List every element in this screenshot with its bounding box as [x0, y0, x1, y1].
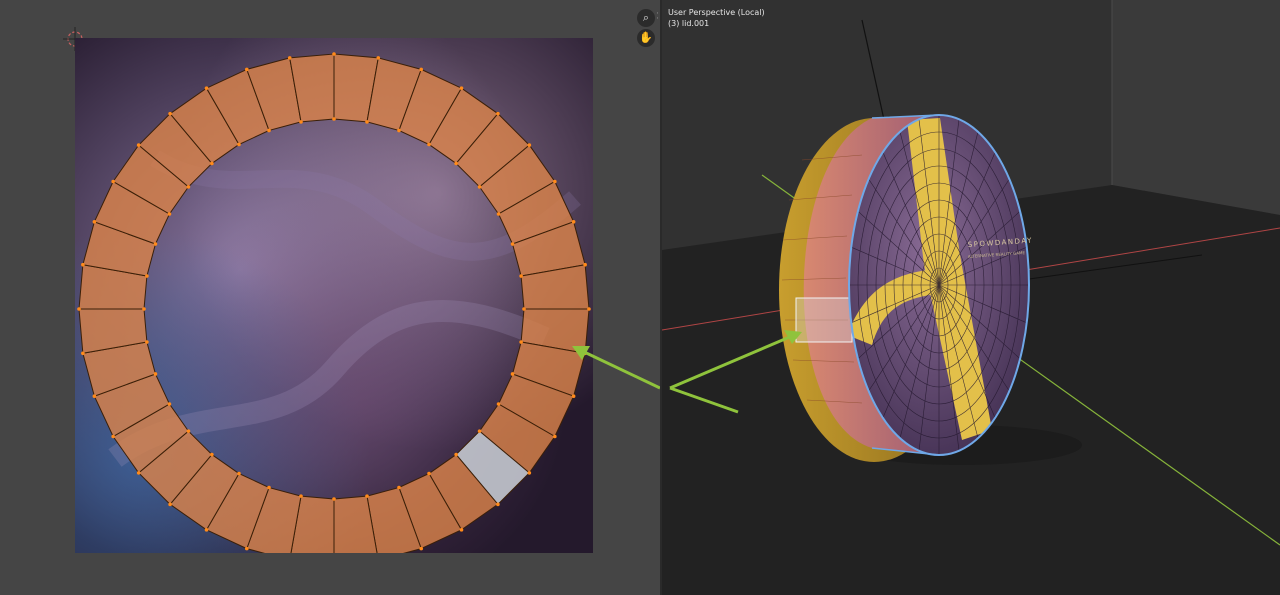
selected-side-face[interactable]: [795, 297, 853, 343]
uv-vertex[interactable]: [365, 120, 369, 124]
uv-editor-panel[interactable]: [0, 0, 660, 595]
back-wall-right: [1112, 0, 1280, 215]
annotation-arrow-left: [572, 346, 660, 390]
uv-vertex[interactable]: [332, 52, 336, 56]
uv-vertex[interactable]: [267, 485, 271, 490]
uv-vertex[interactable]: [553, 434, 557, 439]
uv-vertex[interactable]: [510, 372, 515, 376]
uv-vertex[interactable]: [168, 111, 172, 116]
uv-vertex[interactable]: [168, 502, 172, 507]
uv-vertex[interactable]: [459, 86, 464, 90]
uv-vertex[interactable]: [186, 185, 191, 189]
uv-vertex[interactable]: [553, 179, 557, 184]
uv-vertex[interactable]: [376, 56, 381, 60]
uv-vertex[interactable]: [186, 429, 191, 433]
uv-vertex[interactable]: [397, 485, 401, 490]
uv-vertex[interactable]: [136, 143, 141, 147]
uv-vertex[interactable]: [299, 494, 303, 498]
uv-vertex[interactable]: [587, 307, 591, 311]
uv-vertex[interactable]: [477, 429, 482, 433]
zoom-icon[interactable]: ⌕: [637, 9, 655, 27]
uv-vertex[interactable]: [477, 185, 482, 189]
uv-vertex[interactable]: [267, 128, 271, 133]
uv-vertex[interactable]: [496, 502, 500, 507]
uv-vertex[interactable]: [204, 86, 209, 90]
uv-vertex[interactable]: [153, 242, 158, 246]
uv-vertex[interactable]: [522, 307, 526, 311]
lid-object[interactable]: SPOWDANDAY ALTERNATIVE REALITY GAME: [779, 114, 1033, 462]
uv-vertex[interactable]: [496, 111, 500, 116]
uv-vertex[interactable]: [145, 340, 149, 344]
uv-vertex[interactable]: [419, 546, 424, 551]
gizmo-dots-icon[interactable]: · ·: [656, 10, 660, 24]
texture-image[interactable]: [75, 38, 593, 553]
uv-vertex[interactable]: [111, 179, 115, 184]
pan-hand-icon[interactable]: ✋: [637, 29, 655, 47]
uv-vertex[interactable]: [237, 142, 241, 147]
uv-vertex[interactable]: [527, 143, 532, 147]
uv-vertex[interactable]: [81, 351, 85, 356]
uv-vertex[interactable]: [287, 56, 292, 60]
uv-vertex[interactable]: [167, 402, 172, 406]
uv-vertex[interactable]: [77, 307, 81, 311]
uv-vertex[interactable]: [332, 497, 336, 501]
uv-vertex[interactable]: [244, 546, 249, 551]
uv-vertex[interactable]: [583, 262, 587, 267]
uv-vertex[interactable]: [496, 212, 501, 216]
uv-vertex[interactable]: [81, 262, 85, 267]
uv-vertex[interactable]: [419, 67, 424, 72]
uv-vertex[interactable]: [571, 219, 576, 224]
uv-vertex[interactable]: [111, 434, 115, 439]
uv-vertex[interactable]: [145, 274, 149, 278]
uv-vertex[interactable]: [454, 452, 458, 457]
uv-vertex[interactable]: [142, 307, 146, 311]
uv-vertex[interactable]: [153, 372, 158, 376]
uv-vertex[interactable]: [332, 117, 336, 121]
uv-vertex[interactable]: [167, 212, 172, 216]
object-info-label: (3) lid.001: [668, 19, 710, 28]
uv-vertex[interactable]: [365, 494, 369, 498]
uv-vertex[interactable]: [92, 219, 97, 224]
uv-vertex[interactable]: [244, 67, 249, 72]
uv-vertex[interactable]: [527, 471, 532, 475]
uv-vertex[interactable]: [210, 161, 214, 166]
uv-vertex[interactable]: [454, 161, 458, 166]
uv-vertex[interactable]: [519, 340, 523, 344]
uv-vertex[interactable]: [237, 471, 241, 476]
view-name-label: User Perspective (Local): [668, 8, 765, 17]
uv-vertex[interactable]: [459, 528, 464, 532]
uv-vertex[interactable]: [204, 528, 209, 532]
uv-vertex[interactable]: [136, 471, 141, 475]
3d-viewport[interactable]: SPOWDANDAY ALTERNATIVE REALITY GAME: [662, 0, 1280, 595]
uv-vertex[interactable]: [210, 452, 214, 457]
uv-vertex[interactable]: [427, 142, 431, 147]
uv-vertex[interactable]: [92, 394, 97, 399]
uv-vertex[interactable]: [510, 242, 515, 246]
uv-vertex[interactable]: [519, 274, 523, 278]
uv-vertex[interactable]: [496, 402, 501, 406]
uv-vertex[interactable]: [299, 120, 303, 124]
uv-vertex[interactable]: [397, 128, 401, 133]
uv-vertex[interactable]: [427, 471, 431, 476]
